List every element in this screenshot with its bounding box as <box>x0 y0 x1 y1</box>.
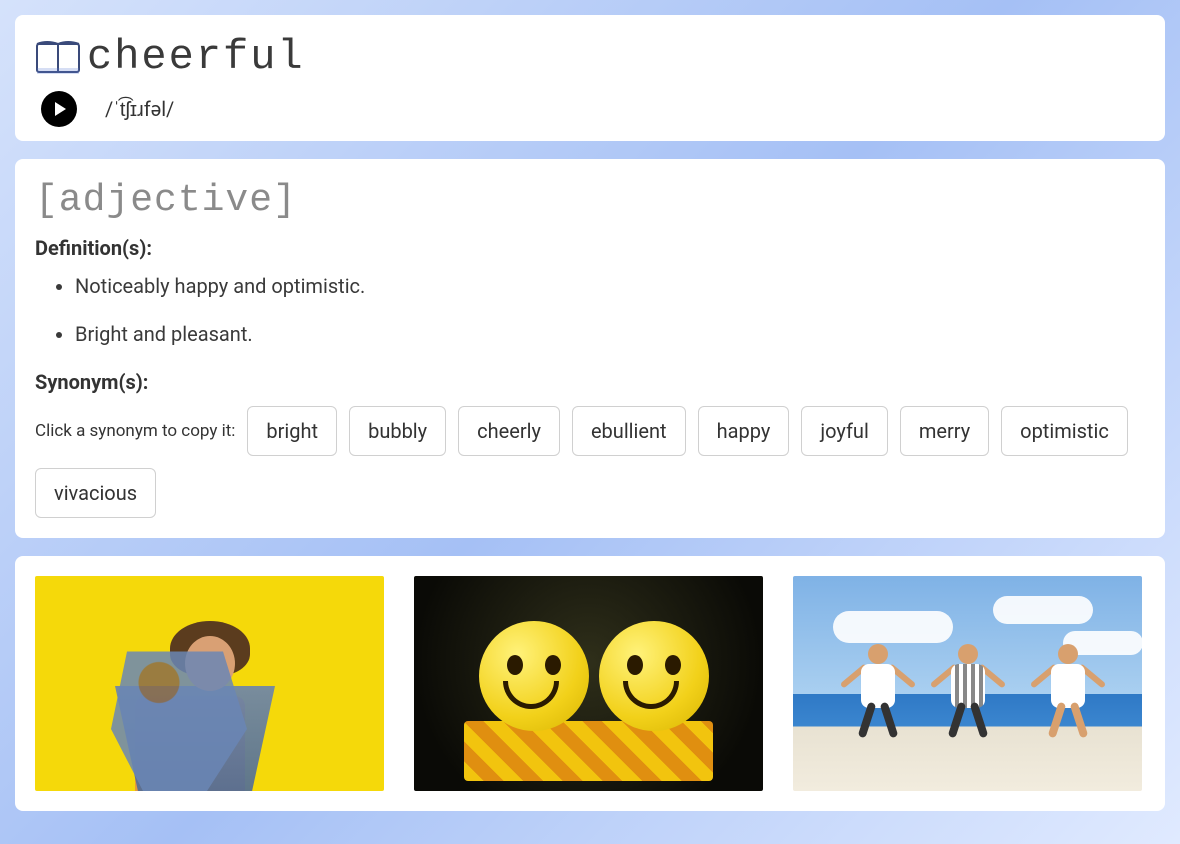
synonym-button[interactable]: vivacious <box>35 468 156 518</box>
synonyms-row: Click a synonym to copy it: bright bubbl… <box>35 406 1145 518</box>
synonyms-label: Synonym(s): <box>35 370 1145 394</box>
synonym-button[interactable]: bubbly <box>349 406 446 456</box>
synonym-button[interactable]: merry <box>900 406 989 456</box>
synonym-button[interactable]: bright <box>247 406 337 456</box>
word-header-card: cheerful /ˈt͡ʃɪɹfəl/ <box>15 15 1165 141</box>
part-of-speech: [adjective] <box>35 179 1145 222</box>
example-image <box>414 576 763 791</box>
images-card <box>15 556 1165 811</box>
synonym-button[interactable]: optimistic <box>1001 406 1128 456</box>
synonym-button[interactable]: happy <box>698 406 790 456</box>
synonym-button[interactable]: joyful <box>801 406 887 456</box>
synonym-button[interactable]: ebullient <box>572 406 686 456</box>
play-audio-button[interactable] <box>41 91 77 127</box>
play-icon <box>55 102 66 116</box>
image-grid <box>35 576 1145 791</box>
definitions-list: Noticeably happy and optimistic. Bright … <box>35 274 1145 346</box>
definition-card: [adjective] Definition(s): Noticeably ha… <box>15 159 1165 538</box>
definition-item: Noticeably happy and optimistic. <box>75 274 1145 298</box>
synonym-button[interactable]: cheerly <box>458 406 560 456</box>
synonyms-hint: Click a synonym to copy it: <box>35 421 235 441</box>
word-title: cheerful <box>87 33 305 81</box>
definitions-label: Definition(s): <box>35 236 1145 260</box>
phonetic-row: /ˈt͡ʃɪɹfəl/ <box>35 91 1145 127</box>
word-row: cheerful <box>35 33 1145 81</box>
definition-item: Bright and pleasant. <box>75 322 1145 346</box>
example-image <box>35 576 384 791</box>
example-image <box>793 576 1142 791</box>
book-icon <box>35 38 81 76</box>
phonetic-text: /ˈt͡ʃɪɹfəl/ <box>105 97 174 122</box>
